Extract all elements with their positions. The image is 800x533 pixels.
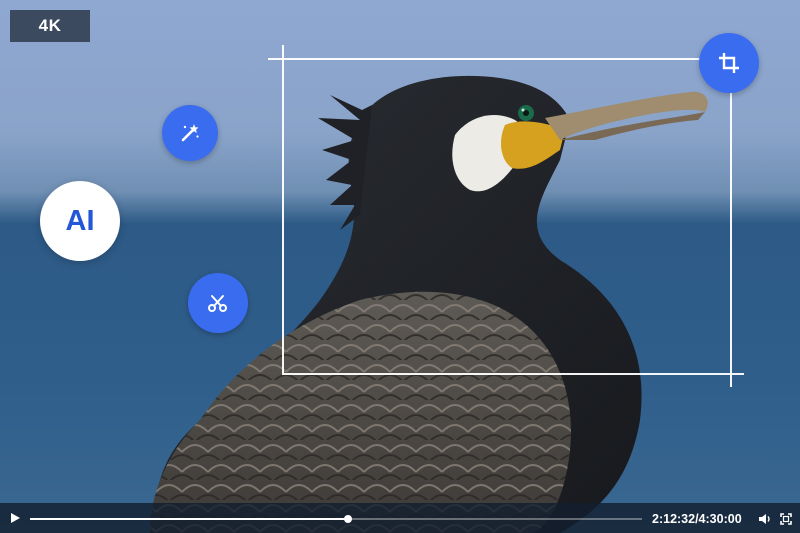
play-icon[interactable] [9, 512, 21, 524]
crop-button[interactable] [699, 33, 759, 93]
cut-button[interactable] [188, 273, 248, 333]
video-stage: 4K AI 2:12:32/4:30:00 [0, 0, 800, 533]
progress-bar[interactable] [30, 515, 642, 523]
crop-guide-right [730, 373, 732, 387]
quality-label: 4K [38, 16, 62, 35]
progress-fill [30, 518, 349, 520]
crop-selection-frame[interactable] [282, 58, 732, 375]
crop-guide-left [282, 45, 284, 60]
magic-wand-icon [181, 124, 199, 142]
progress-handle[interactable] [344, 515, 353, 523]
fullscreen-icon[interactable] [780, 513, 792, 525]
crop-guide-bottom [730, 373, 744, 375]
ai-button[interactable]: AI [40, 181, 120, 261]
crop-icon [719, 53, 739, 73]
volume-icon[interactable] [758, 513, 771, 525]
ai-label: AI [65, 204, 95, 237]
quality-badge: 4K [10, 10, 90, 42]
scissors-icon [208, 295, 227, 312]
ai-enhance-button[interactable] [162, 105, 218, 161]
player-controls: 2:12:32/4:30:00 [0, 503, 800, 533]
time-display: 2:12:32/4:30:00 [652, 512, 742, 526]
